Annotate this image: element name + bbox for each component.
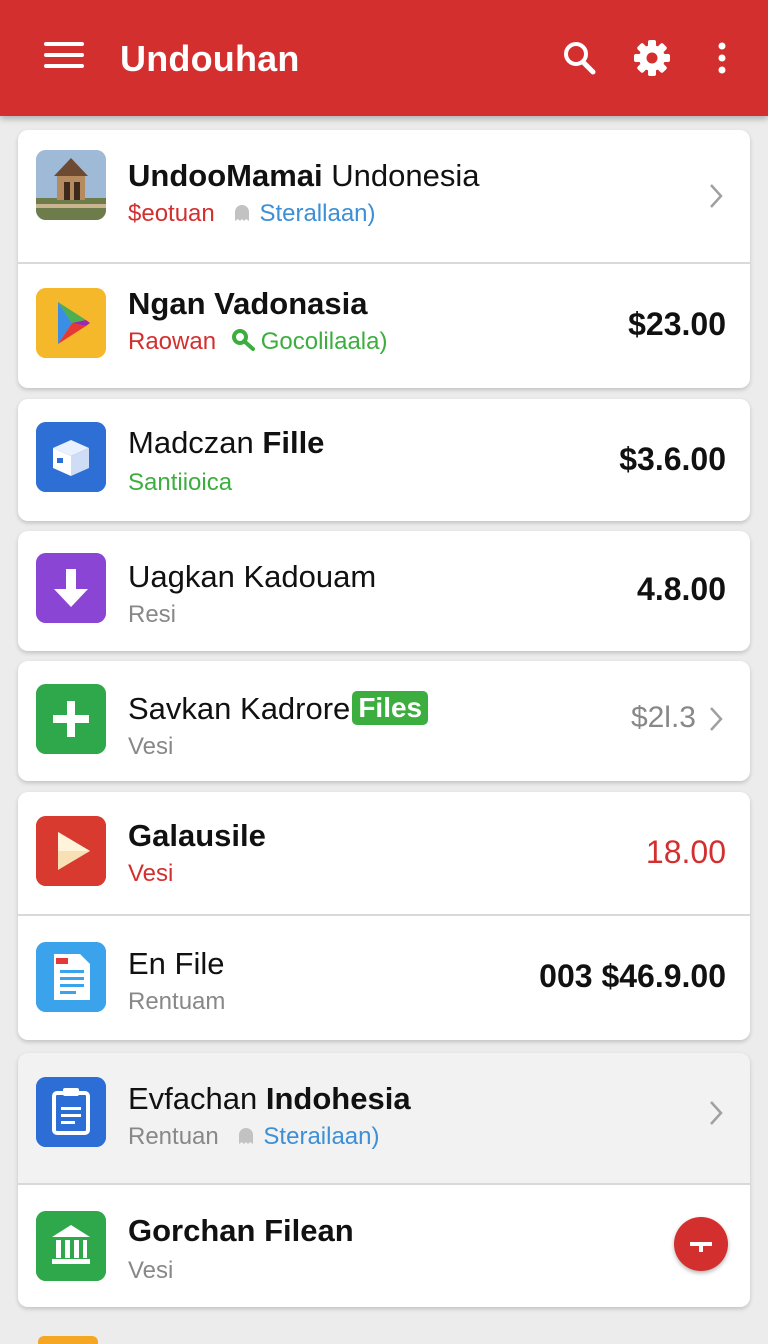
key-icon <box>231 329 257 351</box>
add-button[interactable] <box>674 1217 728 1271</box>
item-title: Galausile <box>128 818 266 853</box>
list-item-1[interactable]: UndooMamai Undonesia $eotuan Sterallaan) <box>18 130 750 262</box>
list-item-9[interactable]: Gorchan Filean Vesi <box>18 1185 750 1307</box>
item-subtitle: Vesi <box>128 733 174 760</box>
play-triangle-icon <box>36 816 106 886</box>
more-vert-icon[interactable] <box>702 36 742 80</box>
box-icon <box>36 422 106 492</box>
download-arrow-icon <box>36 553 106 623</box>
item-price: 18.00 <box>645 834 726 870</box>
plus-icon <box>690 1242 712 1252</box>
item-title: Uagkan Kadouam <box>128 559 377 594</box>
item-subtitle: Vesi <box>128 1257 174 1284</box>
item-title: Evfachan Indohesia <box>128 1081 411 1116</box>
list-item-2[interactable]: Ngan Vadonasia Raowan Gocolilaala) $23.0… <box>18 264 750 388</box>
bank-icon <box>36 1211 106 1281</box>
app-bar: Undouhan <box>0 0 768 116</box>
list-item-8[interactable]: Evfachan Indohesia Rentuan Sterailaan) <box>18 1053 750 1183</box>
list-item-4[interactable]: Uagkan Kadouam Resi 4.8.00 <box>18 531 750 651</box>
item-subtitle: Rentuan Sterailaan) <box>128 1123 380 1150</box>
plus-icon <box>36 684 106 754</box>
item-subtitle: Santiioica <box>128 469 233 496</box>
chevron-right-icon <box>708 1099 724 1127</box>
item-subtitle: Vesi <box>128 860 174 887</box>
play-store-icon <box>36 288 106 358</box>
list-item-5[interactable]: Savkan Kadrore Files Vesi $2l.3 <box>18 661 750 781</box>
card-group-2: Galausile Vesi 18.00 En File Rentuam 003… <box>18 792 750 1040</box>
item-title: UndooMamai Undonesia <box>128 158 480 193</box>
item-price: 003 $46.9.00 <box>539 958 726 994</box>
item-subtitle: Resi <box>128 601 177 628</box>
files-badge: Files <box>352 691 429 725</box>
building-photo-icon <box>36 150 106 220</box>
item-title: Madczan Fille <box>128 425 325 460</box>
document-icon <box>36 942 106 1012</box>
item-title: En File <box>128 946 225 981</box>
chevron-right-icon <box>708 705 724 733</box>
list-item-3[interactable]: Madczan Fille Santiioica $3.6.00 <box>18 399 750 521</box>
app-title: Undouhan <box>120 38 300 79</box>
item-title: Savkan Kadrore Files <box>128 691 429 727</box>
item-title: Ngan Vadonasia <box>128 286 368 321</box>
gear-icon[interactable] <box>632 36 672 80</box>
next-item-icon-peek <box>38 1336 98 1344</box>
menu-icon[interactable] <box>44 42 84 72</box>
card-group-3: Evfachan Indohesia Rentuan Sterailaan) G… <box>18 1053 750 1307</box>
ghost-icon <box>229 202 255 222</box>
card-group-1: UndooMamai Undonesia $eotuan Sterallaan)… <box>18 130 750 388</box>
item-subtitle: $eotuan Sterallaan) <box>128 200 376 227</box>
item-subtitle: Rentuam <box>128 988 226 1015</box>
item-price: $3.6.00 <box>619 441 726 477</box>
item-subtitle: Raowan Gocolilaala) <box>128 328 388 355</box>
clipboard-icon <box>36 1077 106 1147</box>
ghost-icon <box>233 1125 259 1145</box>
chevron-right-icon <box>708 182 724 210</box>
list-item-6[interactable]: Galausile Vesi 18.00 <box>18 792 750 914</box>
item-price: 4.8.00 <box>637 571 726 607</box>
list-item-7[interactable]: En File Rentuam 003 $46.9.00 <box>18 916 750 1040</box>
item-price: $23.00 <box>628 306 726 342</box>
item-title: Gorchan Filean <box>128 1213 354 1248</box>
search-icon[interactable] <box>560 36 600 80</box>
item-price: $2l.3 <box>630 701 696 734</box>
